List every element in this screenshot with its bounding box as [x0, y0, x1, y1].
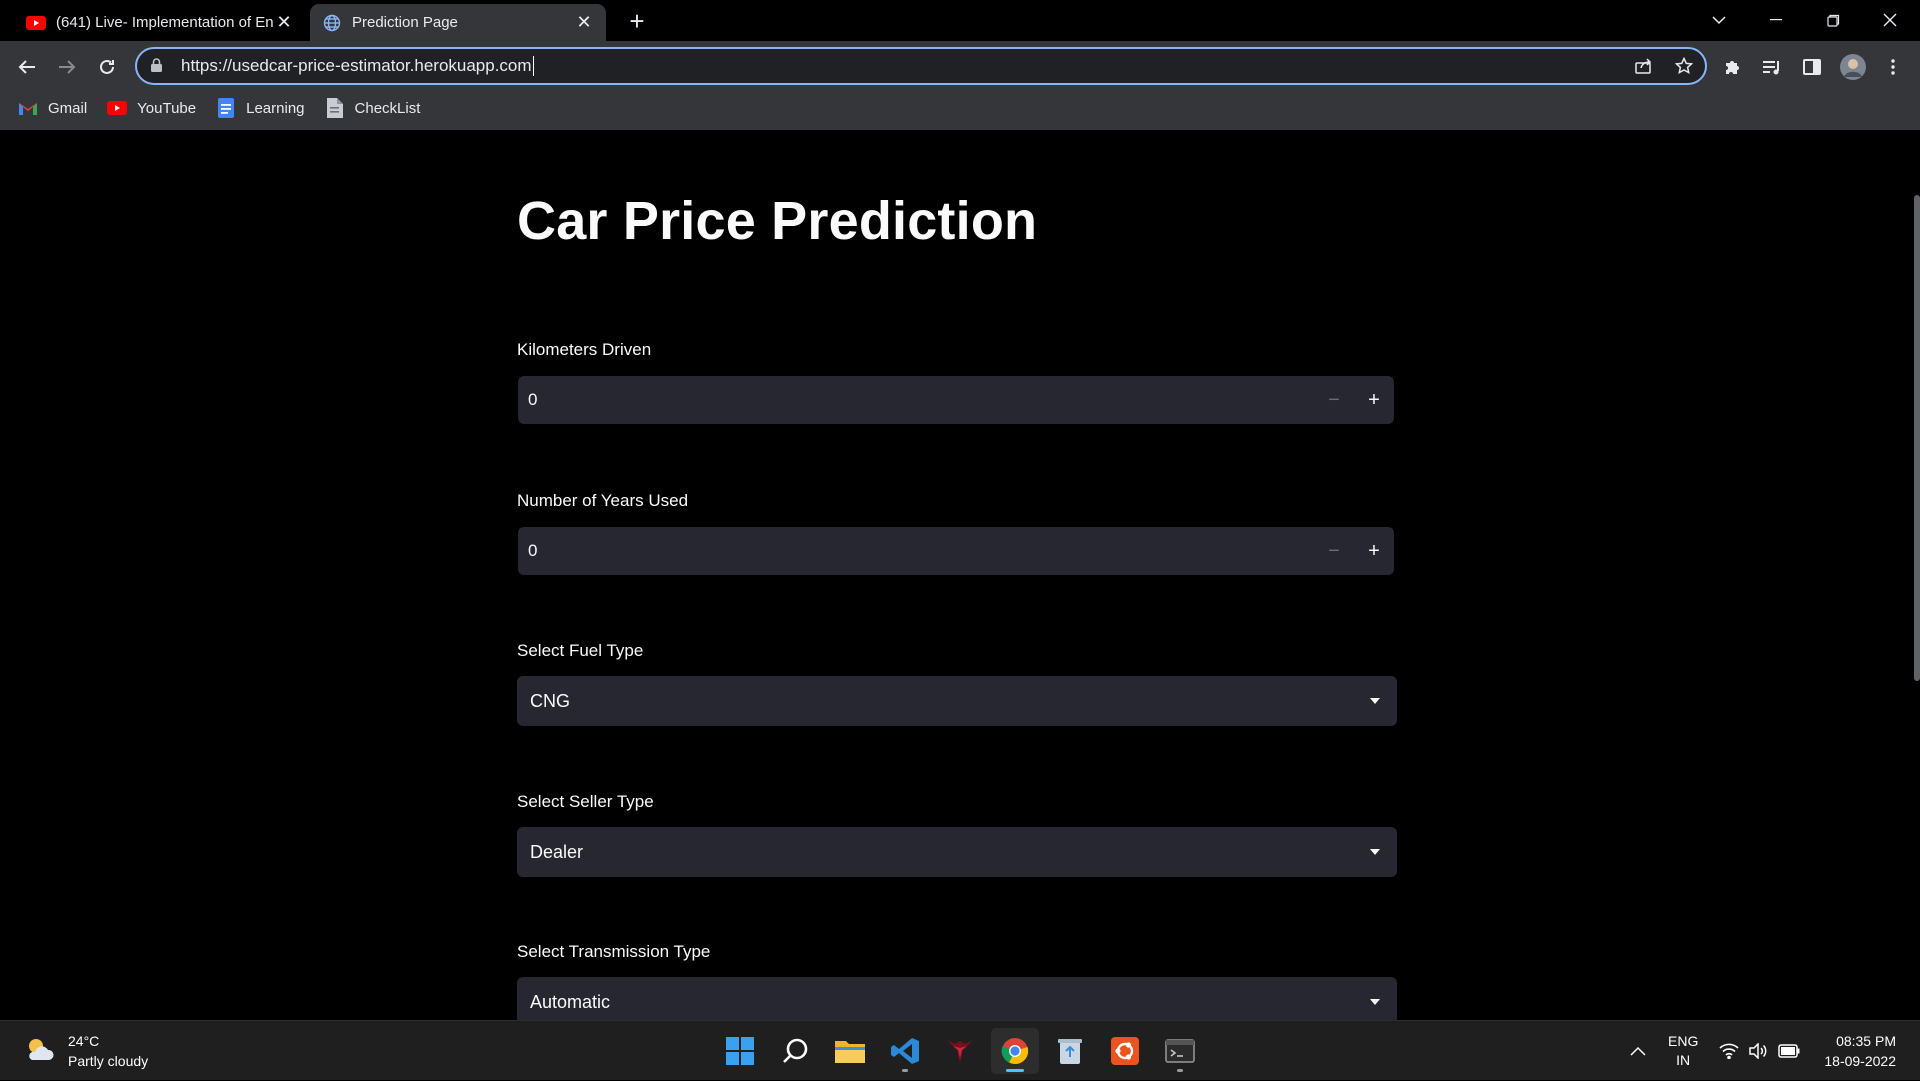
km-decrement-button[interactable]: − [1314, 376, 1354, 424]
clock[interactable]: 08:35 PM 18-09-2022 [1818, 1021, 1896, 1081]
chrome-icon[interactable] [991, 1028, 1039, 1074]
clock-time: 08:35 PM [1836, 1033, 1896, 1049]
tab-search-icon[interactable] [1691, 0, 1747, 40]
vscode-icon[interactable] [881, 1028, 929, 1074]
reload-icon[interactable] [90, 50, 124, 84]
document-icon [325, 98, 345, 118]
youtube-icon [107, 99, 128, 117]
language-indicator[interactable]: ENG IN [1668, 1021, 1698, 1081]
transmission-label: Select Transmission Type [517, 942, 711, 961]
media-control-icon[interactable] [1755, 50, 1789, 84]
bookmark-gmail[interactable]: Gmail [18, 99, 87, 117]
years-input[interactable]: 0 − + [518, 527, 1394, 575]
bookmark-label: Gmail [48, 99, 88, 117]
bookmark-label: YouTube [137, 99, 197, 117]
docs-icon [216, 98, 236, 118]
years-value[interactable]: 0 [518, 541, 1314, 561]
share-icon[interactable] [1627, 49, 1661, 83]
tab-prediction-page[interactable]: Prediction Page ✕ [310, 4, 606, 41]
text-caret [532, 56, 534, 76]
weather-desc: Partly cloudy [68, 1053, 149, 1069]
ubuntu-icon[interactable] [1101, 1028, 1149, 1074]
years-decrement-button[interactable]: − [1314, 527, 1354, 575]
tab-title: (641) Live- Implementation of En [56, 14, 274, 31]
bookmark-label: Learning [246, 99, 305, 117]
km-increment-button[interactable]: + [1354, 376, 1394, 424]
address-bar[interactable]: https://usedcar-price-estimator.herokuap… [135, 47, 1707, 85]
url-text: https://usedcar-price-estimator.herokuap… [181, 56, 532, 75]
km-label: Kilometers Driven [517, 340, 652, 359]
wifi-icon[interactable] [1719, 1021, 1739, 1081]
active-indicator [1006, 1069, 1024, 1072]
chrome-menu-icon[interactable] [1876, 50, 1910, 84]
side-panel-icon[interactable] [1795, 50, 1829, 84]
language-code: ENG [1668, 1033, 1699, 1049]
volume-icon[interactable] [1748, 1021, 1768, 1081]
page-scrollbar[interactable] [1914, 195, 1920, 681]
bookmarks-bar: Gmail YouTube Learning CheckList [0, 93, 440, 123]
recycle-bin-icon[interactable] [1046, 1028, 1094, 1074]
transmission-value: Automatic [530, 991, 611, 1012]
bookmark-learning[interactable]: Learning [216, 98, 305, 118]
predator-sense-icon[interactable] [936, 1028, 984, 1074]
fuel-label: Select Fuel Type [517, 641, 644, 660]
years-increment-button[interactable]: + [1354, 527, 1394, 575]
fuel-value: CNG [530, 690, 570, 711]
chevron-down-icon [1353, 698, 1397, 704]
seller-value: Dealer [530, 841, 584, 862]
seller-select[interactable]: Dealer [517, 827, 1397, 877]
running-indicator [1177, 1069, 1183, 1072]
back-icon[interactable] [10, 50, 44, 84]
km-value[interactable]: 0 [518, 390, 1314, 410]
page-viewport: Car Price Prediction Kilometers Driven 0… [0, 130, 1920, 1020]
tab-strip: (641) Live- Implementation of En ✕ Predi… [0, 0, 1920, 41]
battery-icon[interactable] [1778, 1021, 1800, 1081]
km-input[interactable]: 0 − + [518, 376, 1394, 424]
gmail-icon [18, 99, 38, 117]
bookmark-star-icon[interactable] [1667, 49, 1701, 83]
chevron-down-icon [1353, 849, 1397, 855]
new-tab-button[interactable]: + [622, 6, 652, 36]
extensions-icon[interactable] [1715, 50, 1749, 84]
youtube-icon [26, 13, 46, 33]
browser-toolbar: https://usedcar-price-estimator.herokuap… [0, 41, 1920, 130]
clock-date: 18-09-2022 [1824, 1053, 1896, 1069]
running-indicator [902, 1069, 908, 1072]
tab-youtube[interactable]: (641) Live- Implementation of En ✕ [14, 4, 306, 41]
transmission-select[interactable]: Automatic [517, 977, 1397, 1020]
close-tab-icon[interactable]: ✕ [574, 12, 594, 33]
restore-button[interactable] [1805, 0, 1861, 40]
bookmark-youtube[interactable]: YouTube [107, 99, 196, 117]
language-region: IN [1676, 1052, 1691, 1068]
chevron-down-icon [1353, 999, 1397, 1005]
forward-icon[interactable] [50, 50, 84, 84]
fuel-select[interactable]: CNG [517, 676, 1397, 726]
seller-label: Select Seller Type [517, 792, 654, 811]
lock-icon [151, 58, 165, 74]
close-tab-icon[interactable]: ✕ [274, 12, 294, 33]
search-icon[interactable] [772, 1028, 820, 1074]
close-window-button[interactable] [1862, 0, 1918, 40]
partly-cloudy-icon [24, 1036, 54, 1067]
profile-avatar[interactable] [1836, 50, 1870, 84]
weather-widget[interactable]: 24°C Partly cloudy [24, 1031, 148, 1071]
windows-taskbar: 24°C Partly cloudy ENG IN 08:35 PM 18-09… [0, 1020, 1920, 1080]
bookmark-checklist[interactable]: CheckList [325, 98, 421, 118]
globe-icon [322, 13, 342, 33]
start-button[interactable] [716, 1028, 764, 1074]
page-title: Car Price Prediction [517, 191, 1038, 251]
tab-title: Prediction Page [352, 14, 458, 31]
bookmark-label: CheckList [354, 99, 421, 117]
years-label: Number of Years Used [517, 491, 689, 510]
file-explorer-icon[interactable] [826, 1028, 874, 1074]
weather-temp: 24°C [68, 1033, 100, 1049]
show-hidden-icons-button[interactable] [1630, 1021, 1646, 1081]
terminal-icon[interactable] [1156, 1028, 1204, 1074]
minimize-button[interactable] [1748, 0, 1804, 40]
